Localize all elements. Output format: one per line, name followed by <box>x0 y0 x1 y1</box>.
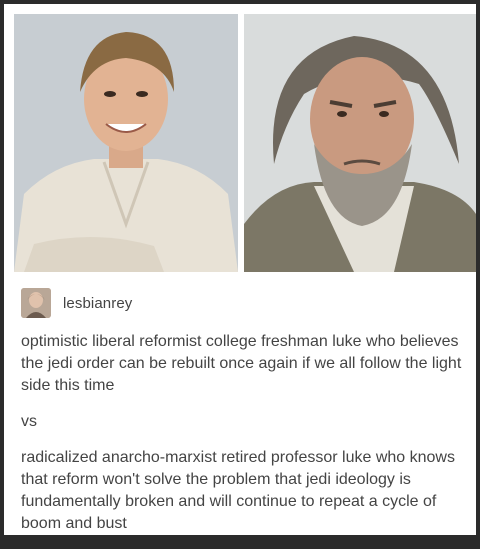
old-luke-photo <box>244 14 476 272</box>
post-card: lesbianrey optimistic liberal reformist … <box>4 4 476 535</box>
young-luke-photo <box>14 14 238 272</box>
username-link[interactable]: lesbianrey <box>63 295 132 312</box>
post-paragraph-2: radicalized anarcho-marxist retired prof… <box>21 449 455 532</box>
post-author[interactable]: lesbianrey <box>21 288 132 318</box>
post-paragraph-1: optimistic liberal reformist college fre… <box>21 333 462 394</box>
user-avatar[interactable] <box>21 288 51 318</box>
post-separator: vs <box>21 413 37 430</box>
post-body: optimistic liberal reformist college fre… <box>21 331 471 549</box>
